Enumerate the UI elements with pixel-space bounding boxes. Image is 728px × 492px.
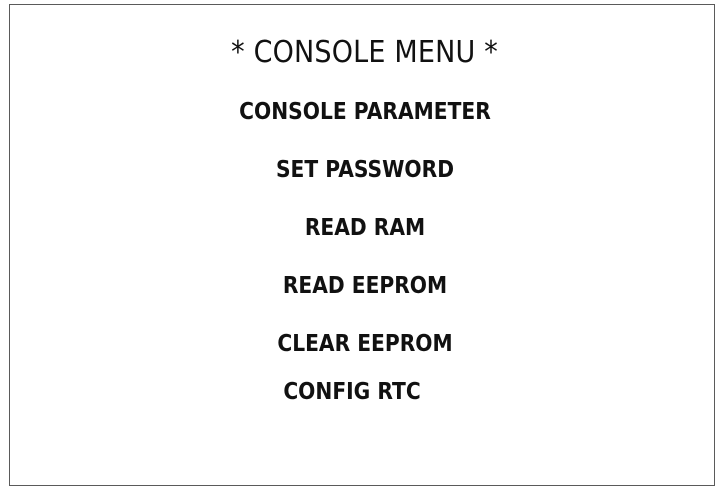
menu-item-read-eeprom[interactable]: READ EEPROM bbox=[55, 272, 675, 300]
menu-title: * CONSOLE MENU * bbox=[231, 35, 498, 70]
menu-item-console-parameter[interactable]: CONSOLE PARAMETER bbox=[55, 98, 675, 126]
menu-item-clear-eeprom[interactable]: CLEAR EEPROM bbox=[55, 330, 675, 358]
menu-item-config-rtc[interactable]: CONFIG RTC bbox=[42, 378, 662, 406]
menu-item-set-password[interactable]: SET PASSWORD bbox=[55, 156, 675, 184]
console-screen: * CONSOLE MENU * CONSOLE PARAMETER SET P… bbox=[0, 0, 728, 492]
menu-item-read-ram[interactable]: READ RAM bbox=[55, 214, 675, 242]
console-menu-panel: * CONSOLE MENU * CONSOLE PARAMETER SET P… bbox=[9, 4, 715, 486]
